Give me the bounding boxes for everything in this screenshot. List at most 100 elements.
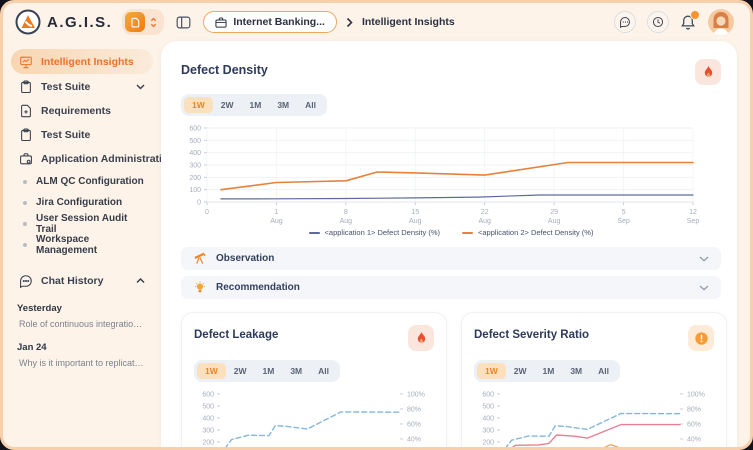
briefcase-gear-icon xyxy=(19,152,33,166)
range-button-2w[interactable]: 2W xyxy=(506,363,535,379)
legend-item[interactable]: <application 1> Defect Density (%) xyxy=(309,228,440,237)
svg-text:5: 5 xyxy=(622,209,626,216)
lightbulb-icon xyxy=(193,281,207,295)
history-button[interactable] xyxy=(647,11,669,33)
notifications-button[interactable] xyxy=(680,14,696,31)
range-button-3m[interactable]: 3M xyxy=(562,363,590,379)
panel-title: Defect Severity Ratio xyxy=(474,325,589,341)
legend-item[interactable]: <application 2> Defect Density (%) xyxy=(462,228,593,237)
sidebar-item-application-administration[interactable]: Application Administration xyxy=(11,147,153,170)
svg-text:Sep: Sep xyxy=(617,218,630,225)
svg-text:200: 200 xyxy=(482,439,494,446)
sidebar-item-chat-history[interactable]: Chat History xyxy=(11,269,153,293)
chat-date: Yesterday xyxy=(17,303,147,314)
defect-severity-ratio-chart: 100200300400500600100%80%60%40%20% xyxy=(474,386,714,450)
sidebar-item-test-suite-2[interactable]: Test Suite xyxy=(11,123,153,146)
svg-text:600: 600 xyxy=(202,391,214,398)
app-switcher[interactable] xyxy=(122,9,164,35)
svg-text:Sep: Sep xyxy=(687,218,700,225)
svg-text:Aug: Aug xyxy=(478,218,491,225)
main-panel: Defect Density 1W 2W 1M 3M All 01Aug8Aug… xyxy=(161,41,737,450)
feedback-button[interactable] xyxy=(614,11,636,33)
sidebar-item-label: Intelligent Insights xyxy=(41,56,145,68)
top-bar: A.G.I.S. Internet Banking... I xyxy=(3,3,750,41)
hotspot-indicator xyxy=(408,325,434,351)
svg-text:15: 15 xyxy=(411,209,419,216)
sidebar-toggle-icon[interactable] xyxy=(176,16,191,29)
svg-text:8: 8 xyxy=(344,209,348,216)
sidebar-item-label: Application Administration xyxy=(41,153,161,165)
svg-text:Aug: Aug xyxy=(409,218,422,225)
range-button-all[interactable]: All xyxy=(590,363,617,379)
legend-label: <application 2> Defect Density (%) xyxy=(478,228,593,237)
agis-logo-icon xyxy=(15,9,41,35)
range-button-2w[interactable]: 2W xyxy=(213,97,242,113)
svg-text:Aug: Aug xyxy=(340,218,353,225)
sidebar-item-label: Test Suite xyxy=(41,129,145,141)
bullet-icon xyxy=(23,243,27,247)
sidebar-item-requirements[interactable]: Requirements xyxy=(11,99,153,122)
range-button-3m[interactable]: 3M xyxy=(282,363,310,379)
svg-text:300: 300 xyxy=(202,427,214,434)
sidebar-subitem-alm-qc-configuration[interactable]: ALM QC Configuration xyxy=(11,171,153,192)
bullet-icon xyxy=(23,222,27,226)
recommendation-accordion[interactable]: Recommendation xyxy=(181,276,721,299)
svg-text:1: 1 xyxy=(274,209,278,216)
svg-text:12: 12 xyxy=(689,209,697,216)
svg-text:600: 600 xyxy=(482,391,494,398)
user-avatar[interactable] xyxy=(708,9,734,35)
svg-text:29: 29 xyxy=(550,209,558,216)
app-switcher-caret-icon xyxy=(150,17,157,28)
time-range-selector: 1W 2W 1M 3M All xyxy=(474,360,620,382)
svg-text:300: 300 xyxy=(482,427,494,434)
sidebar-item-label: Test Suite xyxy=(41,81,128,93)
chat-history-item[interactable]: Role of continuous integration in testin… xyxy=(17,319,147,329)
svg-text:400: 400 xyxy=(482,415,494,422)
chart-legend: <application 1> Defect Density (%) <appl… xyxy=(181,228,721,237)
range-button-1m[interactable]: 1M xyxy=(535,363,563,379)
app-tile-icon xyxy=(125,12,145,32)
project-name: Internet Banking... xyxy=(233,16,325,28)
breadcrumb-current: Intelligent Insights xyxy=(362,16,455,28)
svg-text:100%: 100% xyxy=(407,391,425,398)
sidebar-subitem-label: Jira Configuration xyxy=(36,197,122,208)
defect-density-chart: 01Aug8Aug15Aug22Aug29Aug5Sep12Sep0100200… xyxy=(181,120,723,228)
range-button-2w[interactable]: 2W xyxy=(226,363,255,379)
sidebar-item-intelligent-insights[interactable]: Intelligent Insights xyxy=(11,49,153,74)
project-selector[interactable]: Internet Banking... xyxy=(203,11,337,33)
range-button-1w[interactable]: 1W xyxy=(197,363,226,379)
sidebar-subitem-workspace-management[interactable]: Workspace Management xyxy=(11,234,153,255)
observation-accordion[interactable]: Observation xyxy=(181,247,721,270)
accordion-label: Recommendation xyxy=(216,282,690,293)
range-button-1m[interactable]: 1M xyxy=(255,363,283,379)
range-button-1w[interactable]: 1W xyxy=(184,97,213,113)
range-button-1m[interactable]: 1M xyxy=(242,97,270,113)
sidebar-subitem-label: ALM QC Configuration xyxy=(36,176,144,187)
bullet-icon xyxy=(23,180,27,184)
range-button-3m[interactable]: 3M xyxy=(269,97,297,113)
flame-icon xyxy=(702,65,715,79)
sidebar-subitem-jira-configuration[interactable]: Jira Configuration xyxy=(11,192,153,213)
svg-text:40%: 40% xyxy=(687,436,701,443)
briefcase-icon xyxy=(215,17,227,28)
breadcrumb-chevron-icon xyxy=(346,17,353,28)
range-button-all[interactable]: All xyxy=(297,97,324,113)
svg-text:600: 600 xyxy=(189,126,201,133)
clipboard-icon xyxy=(19,80,33,94)
panel-title: Defect Density xyxy=(181,59,268,77)
svg-text:100: 100 xyxy=(189,187,201,194)
sidebar-item-test-suite[interactable]: Test Suite xyxy=(11,75,153,98)
sidebar-item-label: Requirements xyxy=(41,105,145,117)
sidebar: Intelligent Insights Test Suite Requirem… xyxy=(3,41,161,447)
clock-icon xyxy=(652,16,664,28)
range-button-all[interactable]: All xyxy=(310,363,337,379)
document-plus-icon xyxy=(19,104,33,118)
clipboard-icon xyxy=(19,128,33,142)
flame-icon xyxy=(415,331,428,345)
defect-leakage-panel: Defect Leakage 1W 2W 1M 3M All 100200300… xyxy=(181,312,447,450)
bullet-icon xyxy=(23,201,27,205)
chat-history-item[interactable]: Why is it important to replicate real-wo… xyxy=(17,358,147,368)
range-button-1w[interactable]: 1W xyxy=(477,363,506,379)
brand-name: A.G.I.S. xyxy=(47,14,112,31)
sidebar-subitem-user-session-audit-trail[interactable]: User Session Audit Trail xyxy=(11,213,153,234)
